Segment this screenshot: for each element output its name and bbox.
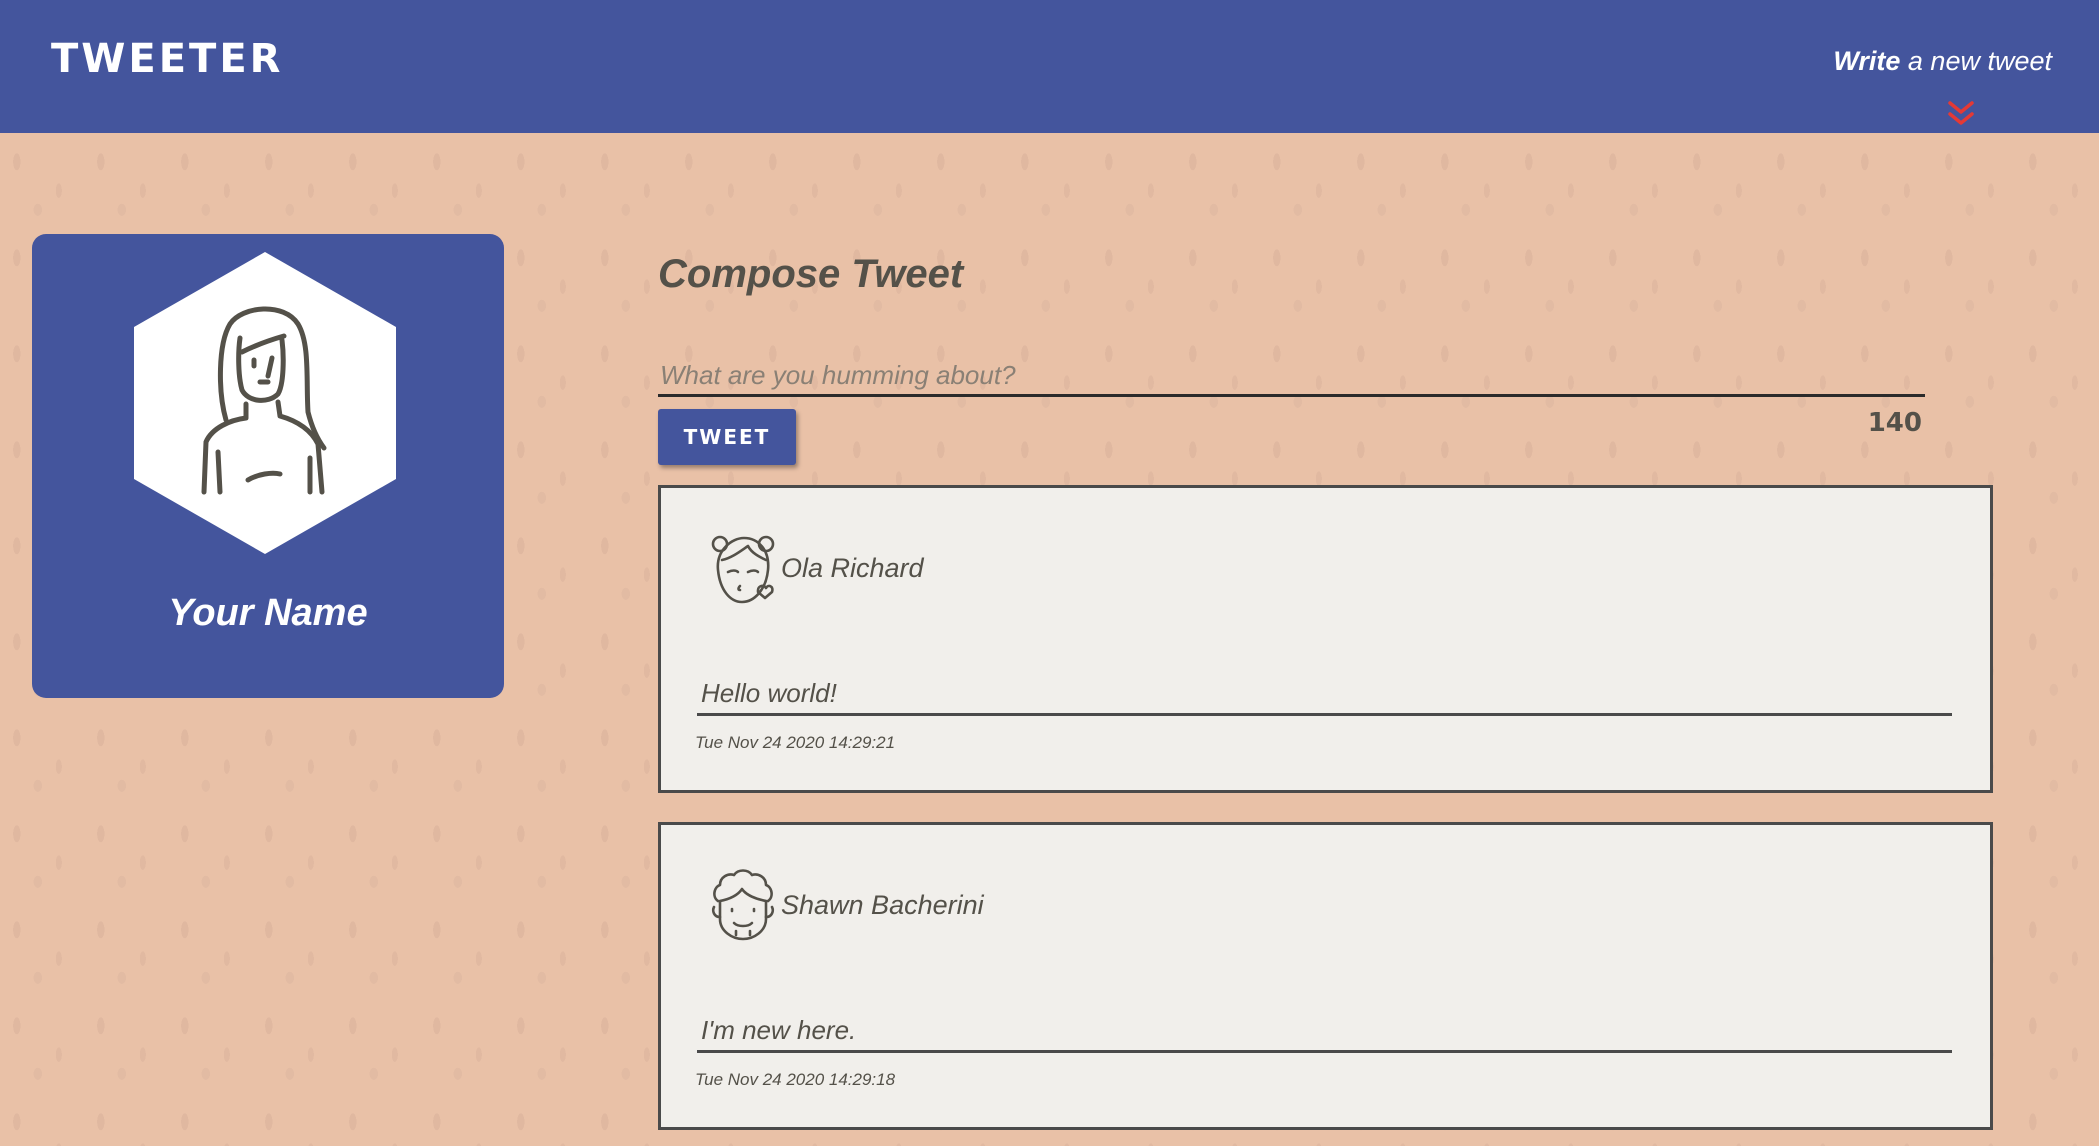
tweet-content: I'm new here. — [697, 1015, 1952, 1053]
tweet-timestamp: Tue Nov 24 2020 14:29:21 — [695, 733, 896, 752]
compose-title: Compose Tweet — [658, 252, 964, 296]
write-new-tweet-link[interactable]: Write a new tweet — [1833, 46, 2052, 77]
tweet-card: Ola Richard Hello world! Tue Nov 24 2020… — [658, 485, 1993, 793]
tweet-author: Ola Richard — [781, 553, 924, 583]
girl-kiss-avatar-icon — [711, 535, 775, 604]
top-navbar: TWEETER Write a new tweet — [0, 0, 2099, 133]
curly-hair-man-avatar-icon — [711, 869, 775, 941]
tweet-content: Hello world! — [697, 678, 1952, 716]
write-link-rest: a new tweet — [1900, 46, 2052, 76]
tweet-submit-button[interactable]: TWEET — [658, 409, 796, 465]
tweet-text-input[interactable] — [658, 356, 1925, 397]
tweet-timestamp: Tue Nov 24 2020 14:29:18 — [695, 1070, 896, 1089]
character-counter: 140 — [1867, 408, 1922, 438]
brand-logo[interactable]: TWEETER — [51, 36, 283, 82]
write-link-strong: Write — [1833, 46, 1901, 76]
tweet-author: Shawn Bacherini — [781, 890, 984, 920]
tweet-card: Shawn Bacherini I'm new here. Tue Nov 24… — [658, 822, 1993, 1130]
woman-avatar-icon — [134, 252, 396, 554]
profile-card: Your Name — [32, 234, 504, 698]
profile-name: Your Name — [168, 592, 368, 634]
double-chevron-down-icon[interactable] — [1948, 100, 1974, 128]
